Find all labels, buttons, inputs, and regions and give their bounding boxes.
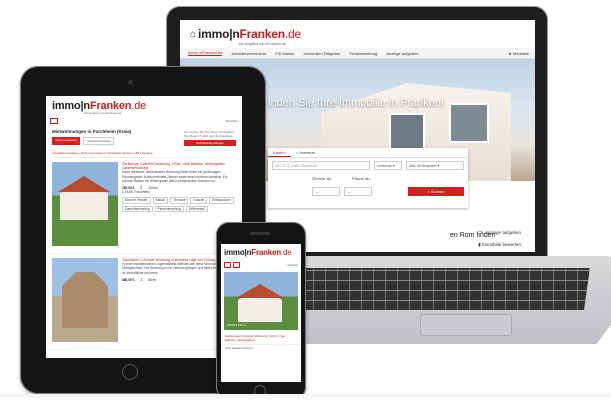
phone-toolbar: Merkliste xyxy=(221,260,301,270)
logo-subtitle: Ein Angebot von inFranken.de xyxy=(239,42,286,46)
listing-price-overlay: 780,00 € 120 m² xyxy=(227,324,246,327)
menu-icon[interactable] xyxy=(50,118,58,124)
search-row-filters: --- --- ⌕ Suchen xyxy=(268,184,468,199)
radius-select[interactable]: Umkreis ▾ xyxy=(374,161,402,170)
phone-screen: immo|nFranken.de Merkliste 780,00 € 120 … xyxy=(221,244,301,382)
listing-price: 380,00 € xyxy=(122,277,135,282)
tablet-toolbar: Merkliste xyxy=(46,116,242,126)
laptop-keyboard xyxy=(290,268,590,310)
tag: Bad mit Fenster xyxy=(122,197,151,204)
tab-mieten[interactable]: ⌂ Verwerte xyxy=(291,148,320,157)
merkliste-link[interactable]: Merkliste xyxy=(226,119,238,123)
nav-item-makler[interactable]: Für Makler xyxy=(275,51,294,56)
list-item[interactable]: Gemütliche 2-Zimmer-Wohnung in zentraler… xyxy=(46,254,242,350)
tablet-home-button[interactable] xyxy=(122,364,138,380)
listing-image[interactable] xyxy=(52,258,118,342)
laptop-header: ⌂ immo|nFranken.de xyxy=(180,20,535,48)
search-alert-text: Sie suchen Sie Ihre Neue Immobilie in Ih… xyxy=(184,130,235,138)
sort-select[interactable]: Neueste Anzeige xyxy=(83,137,115,145)
tag: Terrasse xyxy=(170,197,189,204)
more-offers-link[interactable]: Neue aktuelle Angebote › xyxy=(221,344,301,352)
search-icon[interactable] xyxy=(233,262,240,268)
tag: Dusche xyxy=(190,197,208,204)
listing-title[interactable]: Geräumige 3-Zimmer-Wohnung, 120m², zwei … xyxy=(221,332,301,344)
phone-speaker xyxy=(250,232,270,235)
site-logo[interactable]: immo|nFranken.de xyxy=(224,248,292,257)
search-alert-box: Sie suchen Sie Ihre Neue Immobilie in Ih… xyxy=(184,130,236,146)
listing-description: Diese attraktive, modernisierte Wohnung … xyxy=(122,170,228,183)
tablet-header: immo|nFranken.de Ein Angebot von inFrank… xyxy=(46,96,242,116)
listing-list: Geräumige 3-Zimmer-Wohnung, 120m², zwei … xyxy=(46,158,242,350)
laptop-trackpad xyxy=(420,314,512,336)
nav-item-ratgeber[interactable]: Immobilien Ratgeber xyxy=(304,51,341,56)
nav-item-anbieter[interactable]: Anbieterverzeichnis xyxy=(231,51,266,56)
tablet-camera xyxy=(128,80,133,85)
flaeche-label: Fläche ab xyxy=(352,176,370,181)
search-row-location: Ort, PLZ oder Objekt-ID Umkreis ▾ Alle W… xyxy=(268,158,468,173)
tag: Kelleranteil xyxy=(185,205,208,212)
merkliste-link[interactable]: Merkliste xyxy=(288,264,298,267)
tab-kaufen[interactable]: Kaufen xyxy=(268,148,291,157)
listing-image[interactable] xyxy=(52,162,118,246)
main-nav: Immo.inFranken.de Anbieterverzeichnis Fü… xyxy=(180,48,535,59)
search-alert-button[interactable]: Suchauftrag anlegen xyxy=(184,140,236,146)
listing-area: 65 m² xyxy=(148,277,157,282)
property-type-select[interactable]: Alle Wohnarten ▾ xyxy=(406,161,464,170)
immobilie-bewerten-link[interactable]: ▮ Immobilie bewerten xyxy=(478,242,521,248)
phone-header: immo|nFranken.de xyxy=(221,244,301,260)
hero-window xyxy=(449,103,489,143)
home-icon[interactable]: ⌂ xyxy=(190,29,196,40)
list-item[interactable]: Geräumige 3-Zimmer-Wohnung, 120m², zwei … xyxy=(46,158,242,254)
menu-icon[interactable] xyxy=(224,262,231,268)
tag: Gartenbenutzung xyxy=(122,205,153,212)
breadcrumb[interactable]: Immobilien Franken › Wohnung mieten in F… xyxy=(46,147,242,158)
logo-subtitle: Ein Angebot von inFranken.de xyxy=(84,111,122,115)
location-input[interactable]: Ort, PLZ oder Objekt-ID xyxy=(272,161,370,170)
flaeche-select[interactable]: --- xyxy=(344,187,372,196)
tablet-screen: immo|nFranken.de Ein Angebot von inFrank… xyxy=(46,96,242,358)
merkliste-link[interactable]: ★ Merkliste xyxy=(508,51,529,56)
tag: Personenaufzug xyxy=(154,205,184,212)
tag: Einbauküche xyxy=(209,197,234,204)
zimmer-select[interactable]: --- xyxy=(312,187,340,196)
nav-item-preisbewertung[interactable]: Preisbewertung xyxy=(349,51,377,56)
nav-item-anzeige[interactable]: Anzeige aufgeben xyxy=(386,51,418,56)
floor-reflection xyxy=(0,394,611,402)
listing-rooms: 2 xyxy=(140,277,143,282)
search-adjust-button[interactable]: Suche anpassen xyxy=(52,137,81,145)
listing-tags: Bad mit Fenster Balkon Terrasse Dusche E… xyxy=(122,197,236,212)
nav-item-home[interactable]: Immo.inFranken.de xyxy=(188,50,223,56)
anzeige-aufgeben-link[interactable]: ✎ Anzeige aufgeben xyxy=(480,230,521,236)
zimmer-label: Zimmer ab xyxy=(312,176,332,181)
search-row-labels: Zimmer ab Fläche ab xyxy=(268,173,468,184)
site-logo[interactable]: immo|nFranken.de xyxy=(198,27,301,41)
search-panel: Kaufen ⌂ Verwerte Ort, PLZ oder Objekt-I… xyxy=(268,148,468,208)
hero-headline: inden Sie Ihre Immobilie in Franken! xyxy=(268,97,445,109)
search-submit-button[interactable]: ⌕ Suchen xyxy=(408,187,464,196)
search-tabs: Kaufen ⌂ Verwerte xyxy=(268,148,468,158)
tag: Balkon xyxy=(152,197,169,204)
listing-image[interactable]: 780,00 € 120 m² xyxy=(224,272,298,330)
listing-title[interactable]: Geräumige 3-Zimmer-Wohnung, 120m², zwei … xyxy=(122,162,236,170)
listing-location: ● 91301 Forchheim xyxy=(122,190,150,195)
